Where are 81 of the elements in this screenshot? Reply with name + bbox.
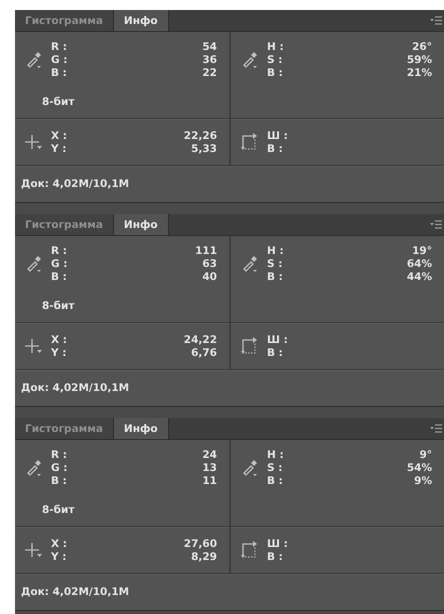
panel-menu-icon[interactable] [430,16,442,25]
field-label: X : [50,334,67,346]
panel-menu-icon[interactable] [430,220,442,229]
field-value: 27,60 [184,538,217,550]
field-label: S : [266,462,282,474]
field-label: B : [266,474,283,486]
selection-size-icon [241,133,259,151]
bit-depth: 8-бит [42,300,74,312]
field-value: 59% [406,54,432,66]
field-label: H : [266,40,284,52]
eyedropper-icon[interactable] [25,254,43,272]
field-label: B : [50,66,67,78]
field-label: B : [266,66,283,78]
document-size: Док: 4,02M/10,1M [21,586,130,598]
field-label: G : [50,462,68,474]
bit-depth: 8-бит [42,504,74,516]
document-size: Док: 4,02M/10,1M [21,178,130,190]
panel-tab[interactable]: Гистограмма [15,418,114,439]
field-value: 22 [202,66,217,78]
field-label: B : [50,270,67,282]
field-value: 40 [202,270,217,282]
field-label: R : [50,244,67,256]
field-value: 9° [419,448,432,460]
field-value: 44% [406,270,432,282]
field-label: B : [266,270,283,282]
field-label: S : [266,258,282,270]
document-size: Док: 4,02M/10,1M [21,382,130,394]
selection-size-icon [241,337,259,355]
field-label: В : [266,346,283,358]
panel-tab[interactable]: Гистограмма [15,214,114,235]
field-label: Y : [50,346,66,358]
panel-tab[interactable]: Инфо [114,418,169,439]
crosshair-icon[interactable] [25,134,43,150]
field-label: Ш : [266,130,288,142]
field-value: 22,26 [184,130,217,142]
field-label: Y : [50,142,66,154]
field-value: 8,29 [191,550,217,562]
field-value: 9% [414,474,432,486]
eyedropper-icon[interactable] [25,458,43,476]
field-label: R : [50,40,67,52]
field-label: В : [266,550,283,562]
field-value: 54% [406,462,432,474]
field-value: 54 [202,40,217,52]
crosshair-icon[interactable] [25,338,43,354]
field-value: 11 [202,474,217,486]
panel-tab[interactable]: Инфо [114,10,169,31]
panel-tab[interactable]: Инфо [114,214,169,235]
field-value: 13 [202,462,217,474]
field-value: 6,76 [191,346,217,358]
field-value: 111 [195,244,217,256]
panel-menu-icon[interactable] [430,424,442,433]
eyedropper-icon[interactable] [241,50,259,68]
field-label: G : [50,258,68,270]
field-value: 5,33 [191,142,217,154]
field-label: G : [50,54,68,66]
selection-size-icon [241,541,259,559]
field-value: 21% [406,66,432,78]
field-value: 36 [202,54,217,66]
field-value: 24 [202,448,217,460]
field-label: R : [50,448,67,460]
eyedropper-icon[interactable] [25,50,43,68]
field-label: Ш : [266,538,288,550]
field-label: Ш : [266,334,288,346]
field-label: X : [50,130,67,142]
field-label: H : [266,448,284,460]
panel-tab[interactable]: Гистограмма [15,10,114,31]
field-value: 26° [412,40,432,52]
field-label: S : [266,54,282,66]
crosshair-icon[interactable] [25,542,43,558]
eyedropper-icon[interactable] [241,254,259,272]
field-label: X : [50,538,67,550]
field-value: 19° [412,244,432,256]
field-value: 63 [202,258,217,270]
field-label: В : [266,142,283,154]
field-value: 64% [406,258,432,270]
field-label: Y : [50,550,66,562]
bit-depth: 8-бит [42,96,74,108]
field-label: H : [266,244,284,256]
field-label: B : [50,474,67,486]
eyedropper-icon[interactable] [241,458,259,476]
field-value: 24,22 [184,334,217,346]
